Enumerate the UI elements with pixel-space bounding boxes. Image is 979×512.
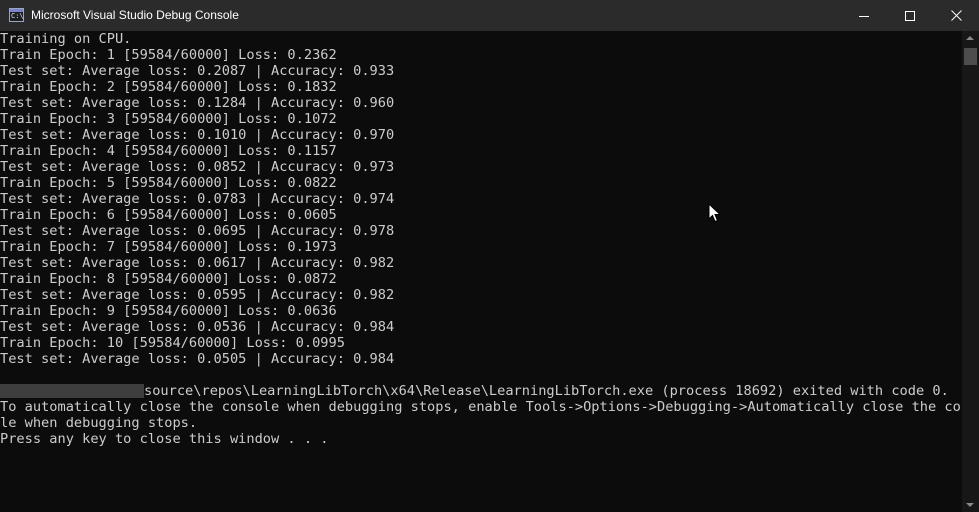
console-line: Test set: Average loss: 0.0617 | Accurac… [0, 255, 395, 271]
console-line: Train Epoch: 8 [59584/60000] Loss: 0.087… [0, 271, 337, 287]
exit-message-line: source\repos\LearningLibTorch\x64\Releas… [0, 383, 949, 399]
maximize-icon [905, 10, 915, 21]
console-line: Test set: Average loss: 0.0595 | Accurac… [0, 287, 395, 303]
console-output[interactable]: Training on CPU. Train Epoch: 1 [59584/6… [0, 31, 962, 512]
console-line: Test set: Average loss: 0.0536 | Accurac… [0, 319, 395, 335]
redacted-path [0, 384, 144, 398]
console-line: Train Epoch: 2 [59584/60000] Loss: 0.183… [0, 79, 337, 95]
console-line: Test set: Average loss: 0.1284 | Accurac… [0, 95, 395, 111]
press-key-line: Press any key to close this window . . . [0, 431, 329, 447]
console-line: Train Epoch: 9 [59584/60000] Loss: 0.063… [0, 303, 337, 319]
hint-line: To automatically close the console when … [0, 399, 962, 415]
scroll-up-icon[interactable] [966, 36, 974, 40]
console-line: Test set: Average loss: 0.0505 | Accurac… [0, 351, 395, 367]
exit-message-text: source\repos\LearningLibTorch\x64\Releas… [144, 383, 949, 399]
console-line: Test set: Average loss: 0.2087 | Accurac… [0, 63, 395, 79]
console-line: Train Epoch: 7 [59584/60000] Loss: 0.197… [0, 239, 337, 255]
close-button[interactable] [933, 0, 979, 31]
close-icon [950, 10, 962, 21]
console-line: Test set: Average loss: 0.0783 | Accurac… [0, 191, 395, 207]
scroll-down-icon[interactable] [966, 503, 974, 507]
console-app-icon-glyph: C:\ [11, 12, 24, 20]
console-line: Train Epoch: 3 [59584/60000] Loss: 0.107… [0, 111, 337, 127]
minimize-icon [859, 15, 869, 17]
console-line: Test set: Average loss: 0.0695 | Accurac… [0, 223, 395, 239]
console-line: Training on CPU. [0, 31, 132, 47]
scrollbar-thumb[interactable] [964, 48, 977, 65]
console-line: Test set: Average loss: 0.0852 | Accurac… [0, 159, 395, 175]
console-line: Test set: Average loss: 0.1010 | Accurac… [0, 127, 395, 143]
console-app-icon[interactable]: C:\ [9, 8, 24, 22]
vertical-scrollbar[interactable] [962, 31, 979, 512]
console-line: Train Epoch: 5 [59584/60000] Loss: 0.082… [0, 175, 337, 191]
window-title: Microsoft Visual Studio Debug Console [31, 8, 239, 22]
title-bar[interactable]: C:\ Microsoft Visual Studio Debug Consol… [0, 0, 979, 31]
hint-line: le when debugging stops. [0, 415, 198, 431]
mouse-cursor-icon [708, 203, 722, 223]
maximize-button[interactable] [887, 0, 933, 31]
console-line: Train Epoch: 4 [59584/60000] Loss: 0.115… [0, 143, 337, 159]
console-line: Train Epoch: 6 [59584/60000] Loss: 0.060… [0, 207, 337, 223]
console-line: Train Epoch: 10 [59584/60000] Loss: 0.09… [0, 335, 345, 351]
minimize-button[interactable] [841, 0, 887, 31]
console-line: Train Epoch: 1 [59584/60000] Loss: 0.236… [0, 47, 337, 63]
